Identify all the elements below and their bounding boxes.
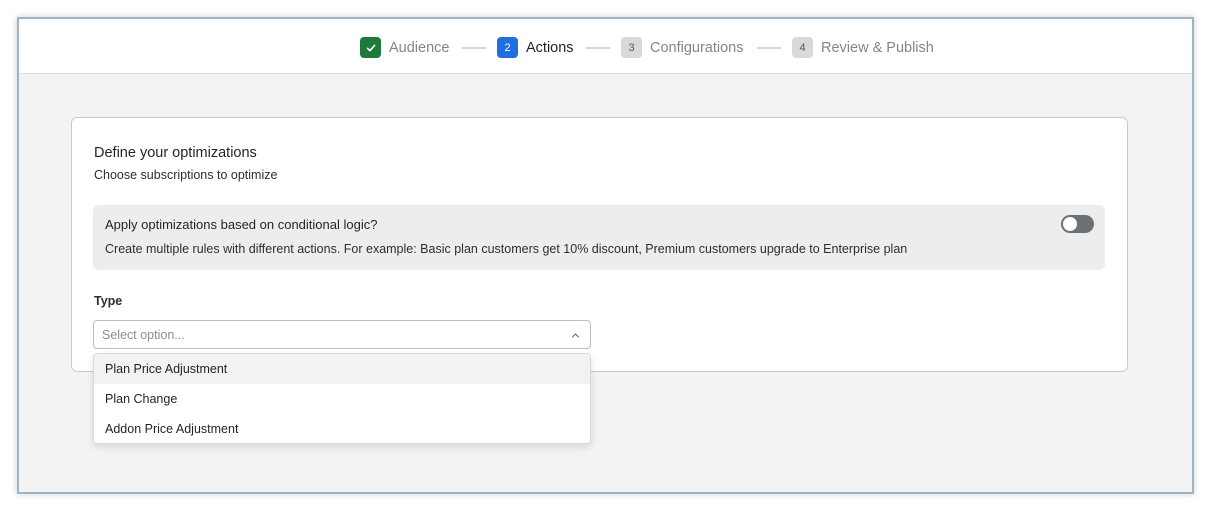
step-done-badge	[360, 37, 381, 58]
app-window: Audience 2 Actions 3 Configurations 4 Re…	[17, 17, 1194, 494]
step-connector	[586, 47, 610, 49]
check-icon	[366, 44, 375, 51]
step-label: Actions	[526, 39, 574, 56]
step-review-publish[interactable]: 4 Review & Publish	[792, 37, 934, 58]
toggle-knob	[1063, 217, 1077, 231]
step-actions[interactable]: 2 Actions	[497, 37, 574, 58]
conditional-logic-title: Apply optimizations based on conditional…	[105, 217, 378, 232]
conditional-logic-panel: Apply optimizations based on conditional…	[93, 205, 1105, 270]
card-title: Define your optimizations	[94, 145, 257, 161]
type-label: Type	[94, 294, 123, 308]
step-connector	[757, 47, 781, 49]
stepper: Audience 2 Actions 3 Configurations 4 Re…	[19, 19, 1192, 74]
step-label: Configurations	[650, 39, 744, 56]
option-label: Addon Price Adjustment	[105, 422, 239, 436]
dropdown-option-plan-price-adjustment[interactable]: Plan Price Adjustment	[94, 354, 590, 384]
conditional-logic-toggle[interactable]	[1061, 215, 1094, 233]
step-label: Audience	[389, 39, 450, 56]
type-dropdown-menu: Plan Price Adjustment Plan Change Addon …	[93, 353, 591, 444]
step-number-badge: 3	[621, 37, 642, 58]
chevron-up-icon	[571, 333, 580, 338]
step-number-badge: 4	[792, 37, 813, 58]
step-label: Review & Publish	[821, 39, 934, 56]
optimizations-card: Define your optimizations Choose subscri…	[71, 117, 1128, 372]
dropdown-option-plan-change[interactable]: Plan Change	[94, 384, 590, 414]
conditional-logic-description: Create multiple rules with different act…	[105, 242, 908, 256]
step-configurations[interactable]: 3 Configurations	[621, 37, 744, 58]
type-select[interactable]: Select option...	[93, 320, 591, 349]
step-audience[interactable]: Audience	[360, 37, 449, 58]
option-label: Plan Change	[105, 392, 178, 406]
option-label: Plan Price Adjustment	[105, 362, 228, 376]
card-subtitle: Choose subscriptions to optimize	[94, 168, 278, 182]
dropdown-option-addon-price-adjustment[interactable]: Addon Price Adjustment	[94, 414, 590, 443]
type-select-placeholder: Select option...	[102, 328, 185, 342]
step-number-badge: 2	[497, 37, 518, 58]
step-connector	[462, 47, 486, 49]
